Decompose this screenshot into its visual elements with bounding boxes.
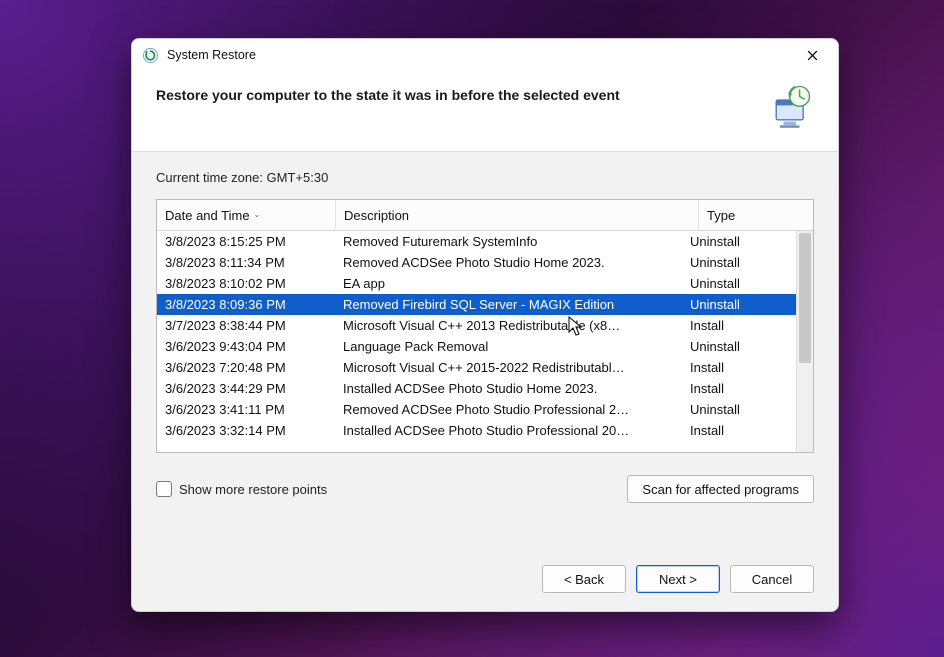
column-header-type[interactable]: Type: [699, 200, 813, 230]
cancel-button[interactable]: Cancel: [730, 565, 814, 593]
back-button[interactable]: < Back: [542, 565, 626, 593]
cell-description: EA app: [335, 276, 682, 291]
table-row[interactable]: 3/8/2023 8:15:25 PMRemoved Futuremark Sy…: [157, 231, 796, 252]
table-row[interactable]: 3/6/2023 9:43:04 PMLanguage Pack Removal…: [157, 336, 796, 357]
cell-date: 3/6/2023 3:44:29 PM: [157, 381, 335, 396]
restore-points-table: Date and Time ⌄ Description Type 3/8/202…: [156, 199, 814, 453]
wizard-header: Restore your computer to the state it wa…: [132, 71, 838, 152]
scrollbar-thumb[interactable]: [799, 233, 811, 363]
table-row[interactable]: 3/6/2023 3:41:11 PMRemoved ACDSee Photo …: [157, 399, 796, 420]
checkbox-box-icon: [156, 481, 172, 497]
cell-date: 3/8/2023 8:09:36 PM: [157, 297, 335, 312]
restore-graphic-icon: [760, 85, 814, 133]
cell-description: Removed Firebird SQL Server - MAGIX Edit…: [335, 297, 682, 312]
cell-date: 3/8/2023 8:15:25 PM: [157, 234, 335, 249]
close-button[interactable]: [790, 40, 834, 70]
cell-description: Microsoft Visual C++ 2013 Redistributabl…: [335, 318, 682, 333]
table-row[interactable]: 3/6/2023 3:32:14 PMInstalled ACDSee Phot…: [157, 420, 796, 441]
table-row[interactable]: 3/6/2023 3:44:29 PMInstalled ACDSee Phot…: [157, 378, 796, 399]
table-row[interactable]: 3/8/2023 8:10:02 PMEA appUninstall: [157, 273, 796, 294]
system-restore-window: System Restore Restore your computer to …: [131, 38, 839, 612]
cell-date: 3/8/2023 8:11:34 PM: [157, 255, 335, 270]
cell-description: Removed ACDSee Photo Studio Professional…: [335, 402, 682, 417]
timezone-label: Current time zone: GMT+5:30: [156, 170, 814, 185]
cell-type: Install: [682, 360, 796, 375]
cell-description: Installed ACDSee Photo Studio Home 2023.: [335, 381, 682, 396]
table-row[interactable]: 3/8/2023 8:09:36 PMRemoved Firebird SQL …: [157, 294, 796, 315]
cell-type: Uninstall: [682, 339, 796, 354]
table-header: Date and Time ⌄ Description Type: [157, 200, 813, 231]
titlebar: System Restore: [132, 39, 838, 71]
system-restore-icon: [142, 47, 159, 64]
column-header-description[interactable]: Description: [336, 200, 699, 230]
column-header-date[interactable]: Date and Time ⌄: [157, 200, 336, 230]
cell-type: Uninstall: [682, 297, 796, 312]
cell-date: 3/6/2023 3:32:14 PM: [157, 423, 335, 438]
cell-type: Install: [682, 423, 796, 438]
cell-type: Install: [682, 318, 796, 333]
cell-type: Install: [682, 381, 796, 396]
cell-date: 3/6/2023 9:43:04 PM: [157, 339, 335, 354]
table-row[interactable]: 3/8/2023 8:11:34 PMRemoved ACDSee Photo …: [157, 252, 796, 273]
cell-date: 3/8/2023 8:10:02 PM: [157, 276, 335, 291]
close-icon: [807, 50, 818, 61]
next-button[interactable]: Next >: [636, 565, 720, 593]
cell-description: Language Pack Removal: [335, 339, 682, 354]
cell-date: 3/7/2023 8:38:44 PM: [157, 318, 335, 333]
cell-description: Microsoft Visual C++ 2015-2022 Redistrib…: [335, 360, 682, 375]
cell-type: Uninstall: [682, 402, 796, 417]
table-row[interactable]: 3/7/2023 8:38:44 PMMicrosoft Visual C++ …: [157, 315, 796, 336]
wizard-content: Current time zone: GMT+5:30 Date and Tim…: [132, 152, 838, 553]
sort-indicator-icon: ⌄: [254, 210, 261, 219]
show-more-label: Show more restore points: [179, 482, 327, 497]
cell-date: 3/6/2023 3:41:11 PM: [157, 402, 335, 417]
cell-date: 3/6/2023 7:20:48 PM: [157, 360, 335, 375]
cell-description: Removed Futuremark SystemInfo: [335, 234, 682, 249]
vertical-scrollbar[interactable]: [796, 231, 813, 452]
scan-affected-programs-button[interactable]: Scan for affected programs: [627, 475, 814, 503]
cell-type: Uninstall: [682, 234, 796, 249]
wizard-footer: < Back Next > Cancel: [132, 553, 838, 611]
cell-description: Installed ACDSee Photo Studio Profession…: [335, 423, 682, 438]
show-more-restore-points-checkbox[interactable]: Show more restore points: [156, 481, 327, 497]
cell-type: Uninstall: [682, 255, 796, 270]
cell-description: Removed ACDSee Photo Studio Home 2023.: [335, 255, 682, 270]
table-body: 3/8/2023 8:15:25 PMRemoved Futuremark Sy…: [157, 231, 796, 452]
page-title: Restore your computer to the state it wa…: [156, 85, 760, 103]
window-title: System Restore: [167, 48, 256, 62]
cell-type: Uninstall: [682, 276, 796, 291]
table-row[interactable]: 3/6/2023 7:20:48 PMMicrosoft Visual C++ …: [157, 357, 796, 378]
